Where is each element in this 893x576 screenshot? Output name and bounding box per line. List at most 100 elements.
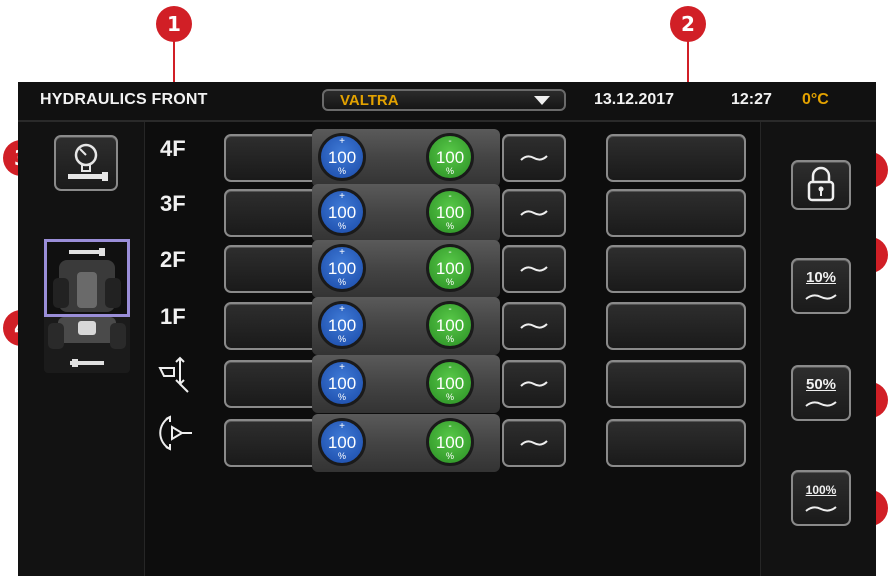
minus-sign: - [448,136,452,147]
retract-flow-value: 100 [435,374,465,393]
tractor-view-selector[interactable] [44,239,130,373]
plus-sign: + [339,191,345,202]
wave-icon [793,395,849,413]
retract-flow-value: 100 [435,203,465,222]
wave-icon [504,362,564,406]
extend-flow-dial[interactable]: +100% [318,133,366,181]
valve-function-button[interactable] [224,419,320,467]
hydraulics-screen: HYDRAULICS FRONT VALTRA 13.12.2017 12:27… [18,82,876,576]
lock-button[interactable] [791,160,851,210]
retract-flow-dial[interactable]: -100% [426,244,474,292]
extend-flow-dial[interactable]: +100% [318,188,366,236]
date-display: 13.12.2017 [594,91,675,108]
float-mode-button[interactable] [502,360,566,408]
front-view-selected[interactable] [44,239,130,317]
flow-100-percent-button[interactable]: 100% [791,470,851,526]
float-mode-button[interactable] [502,134,566,182]
extend-flow-value: 100 [327,316,357,335]
temperature-display: 0°C [802,91,829,108]
time-display: 12:27 [731,91,772,108]
page-title: HYDRAULICS FRONT [40,91,208,108]
percent-unit: % [337,277,346,287]
extend-flow-value: 100 [327,259,357,278]
valve-timer-button[interactable] [606,189,746,237]
retract-flow-dial[interactable]: -100% [426,133,474,181]
flow-50-percent-button[interactable]: 50% [791,365,851,421]
valve-function-button[interactable] [224,189,320,237]
retract-flow-dial[interactable]: -100% [426,418,474,466]
valve-timer-button[interactable] [606,302,746,350]
minus-sign: - [448,421,452,432]
percent-unit: % [337,166,346,176]
extend-flow-dial[interactable]: +100% [318,418,366,466]
valve-function-button[interactable] [224,134,320,182]
float-mode-button[interactable] [502,245,566,293]
wave-icon [504,191,564,235]
minus-sign: - [448,191,452,202]
left-panel [18,122,145,576]
extend-flow-dial[interactable]: +100% [318,301,366,349]
extend-flow-value: 100 [327,374,357,393]
chevron-down-icon [534,96,550,105]
flow-50-percent-label: 50% [805,376,837,393]
percent-unit: % [445,277,454,287]
percent-unit: % [445,392,454,402]
valve-function-button[interactable] [224,302,320,350]
flow-10-percent-label: 10% [805,269,837,286]
preset-dropdown-value: VALTRA [340,92,399,109]
float-mode-button[interactable] [502,419,566,467]
valve-function-button[interactable] [224,245,320,293]
extend-flow-value: 100 [327,433,357,452]
retract-flow-value: 100 [435,316,465,335]
flow-10-percent-button[interactable]: 10% [791,258,851,314]
plus-sign: + [339,136,345,147]
engine-hydraulics-icon [68,143,108,181]
valve-function-button[interactable] [224,360,320,408]
valve-row-label: 1F [160,304,186,329]
plus-sign: + [339,247,345,258]
wave-icon [793,500,849,518]
extend-flow-value: 100 [327,203,357,222]
minus-sign: - [448,362,452,373]
callout-2: 2 [670,6,706,42]
plus-sign: + [339,362,345,373]
percent-unit: % [445,334,454,344]
wave-icon [793,288,849,306]
extend-flow-dial[interactable]: +100% [318,244,366,292]
percent-unit: % [445,221,454,231]
tractor-front-view-icon [53,248,121,312]
wave-icon [504,247,564,291]
valve-row-label: 2F [160,247,186,272]
extend-flow-dial[interactable]: +100% [318,359,366,407]
retract-flow-dial[interactable]: -100% [426,359,474,407]
extend-flow-value: 100 [327,148,357,167]
engine-hydraulics-button[interactable] [54,135,118,191]
padlock-icon [807,166,835,202]
float-mode-button[interactable] [502,189,566,237]
valve-timer-button[interactable] [606,360,746,408]
preset-dropdown[interactable]: VALTRA [322,89,566,111]
percent-unit: % [337,334,346,344]
retract-flow-dial[interactable]: -100% [426,188,474,236]
valve-timer-button[interactable] [606,134,746,182]
plus-sign: + [339,421,345,432]
retract-flow-value: 100 [435,259,465,278]
percent-unit: % [337,392,346,402]
top-bar: HYDRAULICS FRONT VALTRA 13.12.2017 12:27… [18,82,876,122]
tractor-rear-view-icon [48,317,126,367]
flow-100-percent-label: 100% [805,483,837,497]
valve-timer-button[interactable] [606,419,746,467]
percent-unit: % [337,221,346,231]
float-mode-button[interactable] [502,302,566,350]
right-panel: 10% 50% 100% [760,122,876,576]
valve-timer-button[interactable] [606,245,746,293]
wave-icon [504,421,564,465]
percent-unit: % [337,451,346,461]
retract-flow-value: 100 [435,148,465,167]
wave-icon [504,136,564,180]
minus-sign: - [448,247,452,258]
lift-height-icon [158,356,189,393]
valve-row-label: 4F [160,136,186,161]
callout-1: 1 [156,6,192,42]
retract-flow-dial[interactable]: -100% [426,301,474,349]
